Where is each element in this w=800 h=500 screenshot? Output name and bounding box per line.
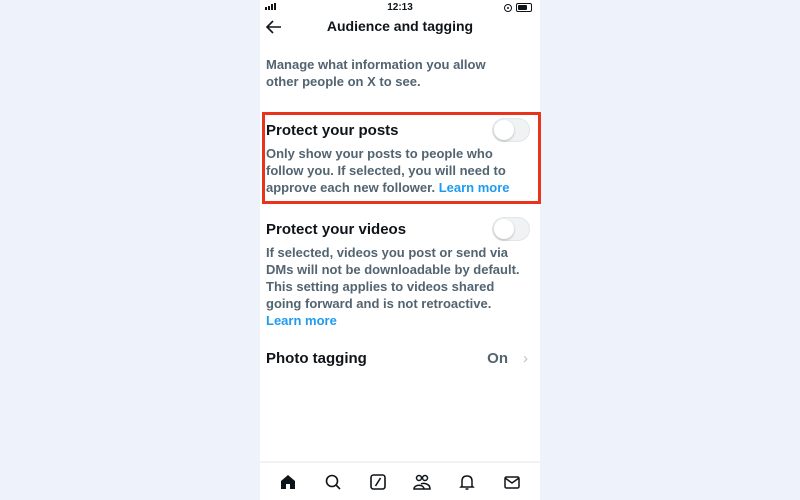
tab-notifications[interactable] bbox=[456, 471, 478, 493]
protect-videos-description: If selected, videos you post or send via… bbox=[266, 244, 528, 329]
chevron-right-icon: › bbox=[523, 350, 528, 367]
tab-messages[interactable] bbox=[501, 471, 523, 493]
location-icon bbox=[504, 3, 512, 12]
photo-tagging-label: Photo tagging bbox=[266, 350, 367, 367]
protect-videos-toggle[interactable] bbox=[492, 217, 530, 241]
photo-tagging-value: On bbox=[487, 350, 508, 367]
protect-videos-description-text: If selected, videos you post or send via… bbox=[266, 245, 520, 311]
header: Audience and tagging bbox=[260, 14, 540, 44]
status-bar: 12:13 bbox=[260, 0, 540, 14]
page-title: Audience and tagging bbox=[326, 18, 474, 34]
tab-home[interactable] bbox=[277, 471, 299, 493]
intro-text: Manage what information you allow other … bbox=[266, 57, 486, 89]
communities-icon bbox=[413, 474, 432, 490]
tab-grok[interactable] bbox=[367, 471, 389, 493]
protect-videos-setting: Protect your videos If selected, videos … bbox=[266, 217, 534, 329]
tab-search[interactable] bbox=[322, 471, 344, 493]
notifications-icon bbox=[459, 474, 475, 490]
home-icon bbox=[281, 474, 296, 489]
phone-screen: 12:13 Audience and tagging Manage what i… bbox=[260, 0, 540, 500]
tab-bar bbox=[260, 461, 540, 500]
highlight-box bbox=[262, 112, 541, 204]
grok-icon bbox=[369, 473, 386, 490]
tab-communities[interactable] bbox=[411, 471, 433, 493]
battery-icon bbox=[516, 3, 532, 12]
search-icon bbox=[325, 474, 341, 490]
messages-icon bbox=[503, 475, 520, 489]
photo-tagging-row[interactable]: Photo tagging On › bbox=[266, 350, 534, 372]
protect-videos-learn-more-link[interactable]: Learn more bbox=[266, 313, 337, 328]
clock: 12:13 bbox=[387, 2, 413, 13]
